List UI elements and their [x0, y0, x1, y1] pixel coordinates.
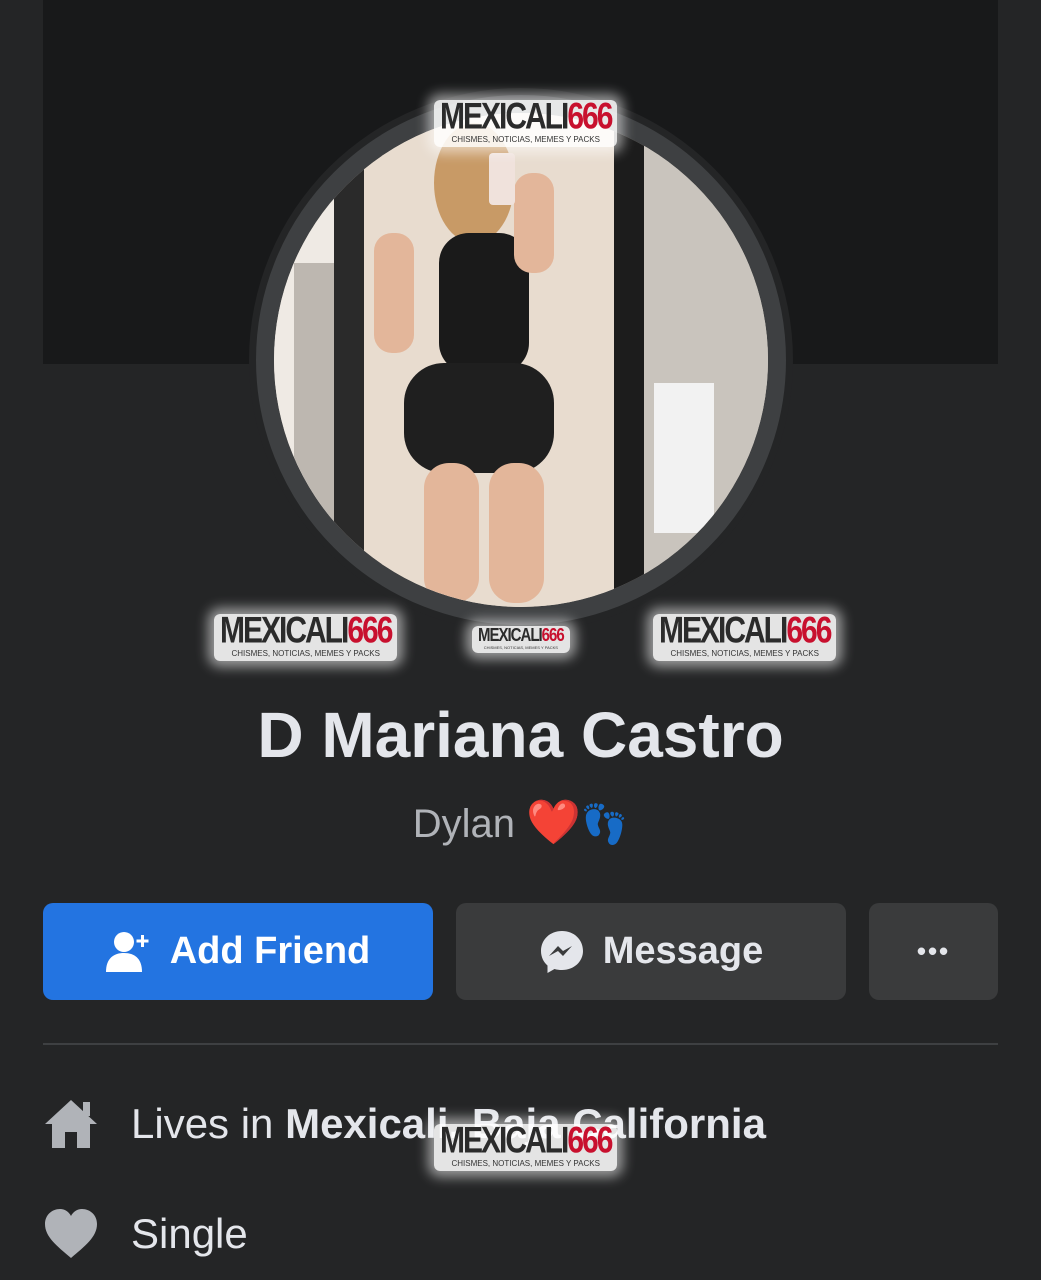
message-button[interactable]: Message — [456, 903, 846, 1000]
profile-name: D Mariana Castro — [257, 699, 784, 771]
watermark-top: MEXICALI666 CHISMES, NOTICIAS, MEMES Y P… — [434, 98, 618, 147]
profile-page: MEXICALI666 CHISMES, NOTICIAS, MEMES Y P… — [0, 0, 1041, 1280]
profile-picture[interactable] — [256, 95, 786, 625]
bio-text: Dylan — [412, 802, 515, 846]
watermark-left: MEXICALI666 CHISMES, NOTICIAS, MEMES Y P… — [214, 612, 398, 661]
watermark-center: MEXICALI666 CHISMES, NOTICIAS, MEMES Y P… — [472, 626, 570, 653]
watermark-bottom: MEXICALI666 CHISMES, NOTICIAS, MEMES Y P… — [434, 1122, 618, 1171]
ellipsis-icon: ••• — [916, 936, 951, 966]
more-options-button[interactable]: ••• — [869, 903, 998, 1000]
person-plus-icon — [105, 930, 152, 974]
lives-in-prefix: Lives in — [131, 1100, 274, 1147]
intro-relationship: Single — [43, 1206, 248, 1262]
heart-icon — [43, 1206, 99, 1262]
message-label: Message — [602, 930, 764, 972]
intro-lives-in: Lives in Mexicali, Baja California — [43, 1096, 766, 1152]
bio-footprints-emoji: 👣 — [580, 804, 629, 846]
profile-bio: Dylan ❤️👣 — [0, 796, 1041, 848]
relationship-status: Single — [131, 1210, 248, 1257]
home-icon — [43, 1096, 99, 1152]
divider — [43, 1043, 998, 1045]
messenger-icon — [539, 929, 585, 975]
add-friend-label: Add Friend — [169, 930, 371, 972]
profile-photo-image — [274, 113, 768, 607]
add-friend-button[interactable]: Add Friend — [43, 903, 433, 1000]
watermark-right: MEXICALI666 CHISMES, NOTICIAS, MEMES Y P… — [653, 612, 837, 661]
bio-heart-emoji: ❤️ — [526, 798, 581, 847]
